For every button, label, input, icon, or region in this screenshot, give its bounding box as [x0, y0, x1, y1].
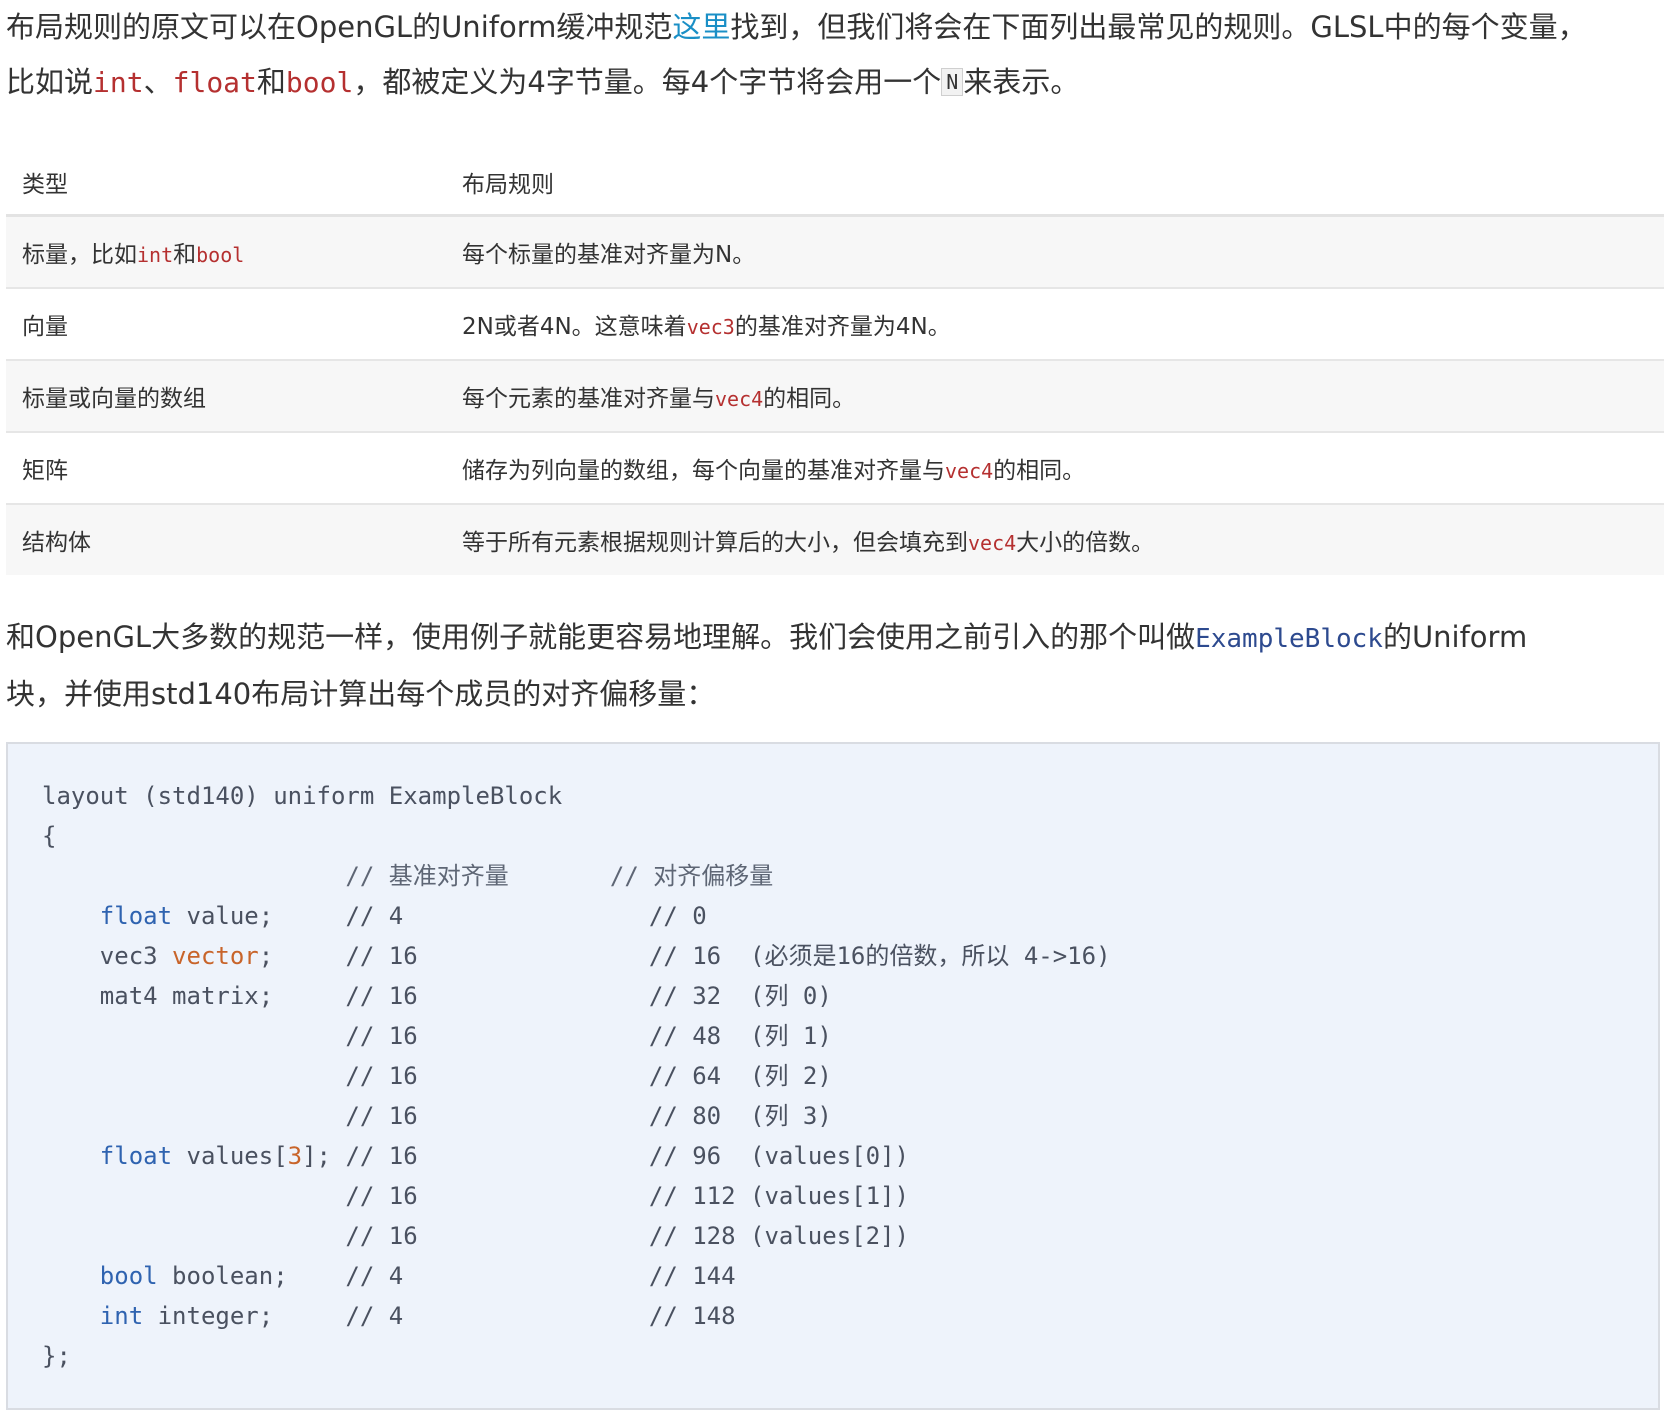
intro-text: 、	[143, 65, 173, 99]
code-line: // 16 // 48 (列 1)	[42, 1022, 832, 1050]
intro-text: 布局规则的原文可以在OpenGL的Uniform缓冲规范	[6, 10, 673, 44]
code-keyword: float	[99, 1142, 173, 1170]
code-line: {	[42, 822, 57, 850]
inline-code: vec4	[945, 459, 994, 483]
table-header-row: 类型 布局规则	[6, 150, 1664, 217]
cell-type: 标量或向量的数组	[6, 360, 446, 433]
code-line: // 16 // 80 (列 3)	[42, 1102, 832, 1130]
inline-code: vec4	[968, 531, 1017, 555]
inline-code-exampleblock: ExampleBlock	[1195, 624, 1383, 654]
cell-rule: 等于所有元素根据规则计算后的大小，但会填充到vec4大小的倍数。	[446, 504, 1664, 575]
code-line: };	[42, 1342, 71, 1370]
intro-text: 找到，但我们将会在下面列出最常见的规则。GLSL中的每个变量，	[730, 10, 1587, 44]
cell-type: 矩阵	[6, 432, 446, 505]
table-row: 标量或向量的数组 每个元素的基准对齐量与vec4的相同。	[6, 360, 1664, 433]
code-keyword: int	[99, 1302, 144, 1330]
code-line: // 基准对齐量 // 对齐偏移量	[42, 862, 774, 890]
layout-rules-table: 类型 布局规则 标量，比如int和bool 每个标量的基准对齐量为N。 向量 2…	[6, 150, 1664, 575]
inline-code-float: float	[172, 66, 257, 99]
code-line: layout (std140) uniform ExampleBlock	[42, 782, 563, 810]
code-line: boolean; // 4 // 144	[157, 1262, 736, 1290]
table-row: 标量，比如int和bool 每个标量的基准对齐量为N。	[6, 215, 1664, 289]
code-line: ]; // 16 // 96 (values[0])	[302, 1142, 909, 1170]
inline-code: vec3	[686, 315, 735, 339]
code-line: value; // 4 // 0	[172, 902, 707, 930]
table-row: 向量 2N或者4N。这意味着vec3的基准对齐量为4N。	[6, 288, 1664, 361]
code-line: ; // 16 // 16 (必须是16的倍数，所以 4->16)	[258, 942, 1111, 970]
code-keyword: bool	[99, 1262, 158, 1290]
cell-type: 向量	[6, 288, 446, 361]
inline-code-N: N	[941, 68, 964, 96]
code-line: // 16 // 128 (values[2])	[42, 1222, 909, 1250]
code-keyword: float	[99, 902, 173, 930]
inline-code-int: int	[93, 66, 144, 99]
code-block: layout (std140) uniform ExampleBlock { /…	[6, 742, 1660, 1410]
header-rule: 布局规则	[446, 150, 1664, 217]
intro-text: ，都被定义为4字节量。每4个字节将会用一个	[353, 65, 942, 99]
inline-code: vec4	[715, 387, 764, 411]
intro-text: 和	[256, 65, 286, 99]
cell-rule: 每个元素的基准对齐量与vec4的相同。	[446, 360, 1664, 433]
article-content: 布局规则的原文可以在OpenGL的Uniform缓冲规范这里找到，但我们将会在下…	[6, 0, 1664, 1410]
cell-type: 结构体	[6, 504, 446, 575]
code-highlight: vector	[172, 942, 259, 970]
cell-rule: 每个标量的基准对齐量为N。	[446, 215, 1664, 289]
cell-rule: 储存为列向量的数组，每个向量的基准对齐量与vec4的相同。	[446, 432, 1664, 505]
cell-rule: 2N或者4N。这意味着vec3的基准对齐量为4N。	[446, 288, 1664, 361]
cell-type: 标量，比如int和bool	[6, 215, 446, 289]
table-row: 结构体 等于所有元素根据规则计算后的大小，但会填充到vec4大小的倍数。	[6, 504, 1664, 575]
code-listing: layout (std140) uniform ExampleBlock { /…	[42, 782, 1111, 1370]
intro-text: 来表示。	[963, 65, 1080, 99]
header-type: 类型	[6, 150, 446, 217]
code-number: 3	[287, 1142, 303, 1170]
code-line: mat4 matrix; // 16 // 32 (列 0)	[42, 982, 832, 1010]
inline-code-bool: bool	[285, 66, 354, 99]
spec-link[interactable]: 这里	[672, 10, 730, 44]
example-paragraph: 和OpenGL大多数的规范一样，使用例子就能更容易地理解。我们会使用之前引入的那…	[6, 620, 1528, 711]
table-row: 矩阵 储存为列向量的数组，每个向量的基准对齐量与vec4的相同。	[6, 432, 1664, 505]
inline-code: bool	[196, 243, 245, 267]
code-line: // 16 // 112 (values[1])	[42, 1182, 909, 1210]
code-line: integer; // 4 // 148	[143, 1302, 736, 1330]
code-line: // 16 // 64 (列 2)	[42, 1062, 832, 1090]
intro-text: 比如说	[6, 65, 94, 99]
inline-code: int	[137, 243, 174, 267]
intro-paragraph: 布局规则的原文可以在OpenGL的Uniform缓冲规范这里找到，但我们将会在下…	[6, 0, 1664, 110]
